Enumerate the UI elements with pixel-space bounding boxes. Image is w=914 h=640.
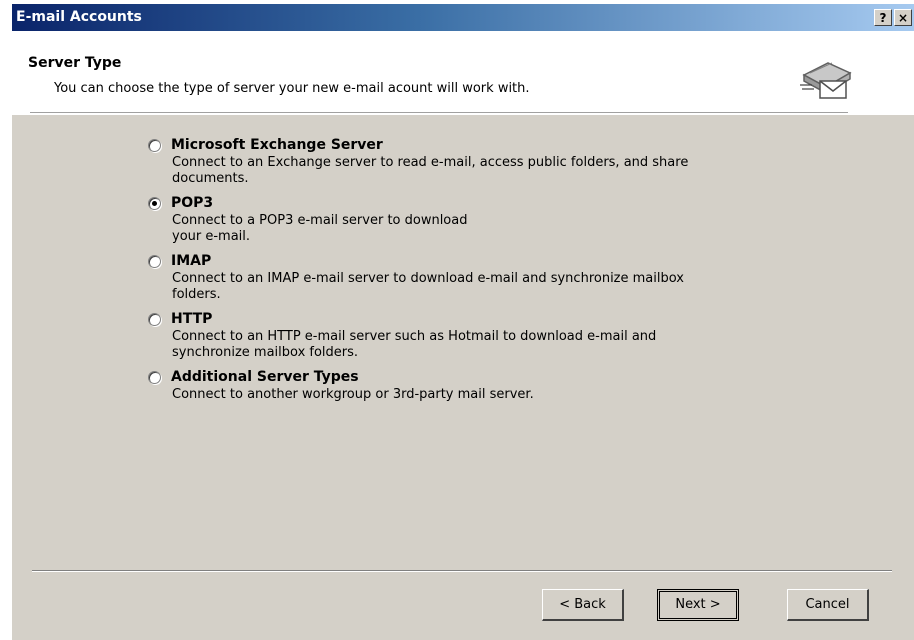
option-description-line: Connect to a POP3 e-mail server to downl… [172,213,468,228]
option-description: Connect to an HTTP e-mail server such as… [172,329,657,360]
option-label: POP3 [171,195,214,211]
option-description: Connect to an Exchange server to read e-… [172,155,689,186]
pop3-radio[interactable] [148,196,161,210]
option-label: IMAP [171,253,212,269]
server-type-options: Microsoft Exchange Server Connect to an … [148,135,732,409]
additional-radio[interactable] [148,370,161,384]
option-description: Connect to a POP3 e-mail server to downl… [172,213,732,245]
option-pop3[interactable]: POP3 Connect to a POP3 e-mail server to … [148,193,732,245]
imap-radio[interactable] [148,254,161,268]
option-http[interactable]: HTTP Connect to an HTTP e-mail server su… [148,309,732,361]
page-subtitle: You can choose the type of server your n… [54,81,530,96]
option-label: HTTP [171,311,213,327]
email-accounts-dialog: E-mail Accounts ? × Server Type You can … [0,0,914,640]
option-description: Connect to an IMAP e-mail server to down… [172,271,684,302]
option-label: Microsoft Exchange Server [171,137,383,153]
next-button[interactable]: Next > [657,589,739,621]
header-divider [30,112,848,114]
wizard-header: Server Type You can choose the type of s… [12,31,914,115]
option-exchange[interactable]: Microsoft Exchange Server Connect to an … [148,135,732,187]
option-additional[interactable]: Additional Server Types Connect to anoth… [148,367,732,403]
option-description-line: your e-mail. [172,229,251,244]
option-label: Additional Server Types [171,369,359,385]
http-radio[interactable] [148,312,161,326]
window-title: E-mail Accounts [16,9,142,25]
dialog-body: Microsoft Exchange Server Connect to an … [12,115,914,640]
title-bar[interactable]: E-mail Accounts ? × [12,4,914,31]
exchange-radio[interactable] [148,138,161,152]
back-button[interactable]: < Back [542,589,624,621]
option-description: Connect to another workgroup or 3rd-part… [172,387,534,402]
help-button[interactable]: ? [874,9,892,26]
footer-divider [32,570,892,572]
page-title: Server Type [28,55,122,71]
option-imap[interactable]: IMAP Connect to an IMAP e-mail server to… [148,251,732,303]
cancel-button[interactable]: Cancel [787,589,869,621]
mail-server-icon [800,62,852,99]
close-button[interactable]: × [894,9,912,26]
